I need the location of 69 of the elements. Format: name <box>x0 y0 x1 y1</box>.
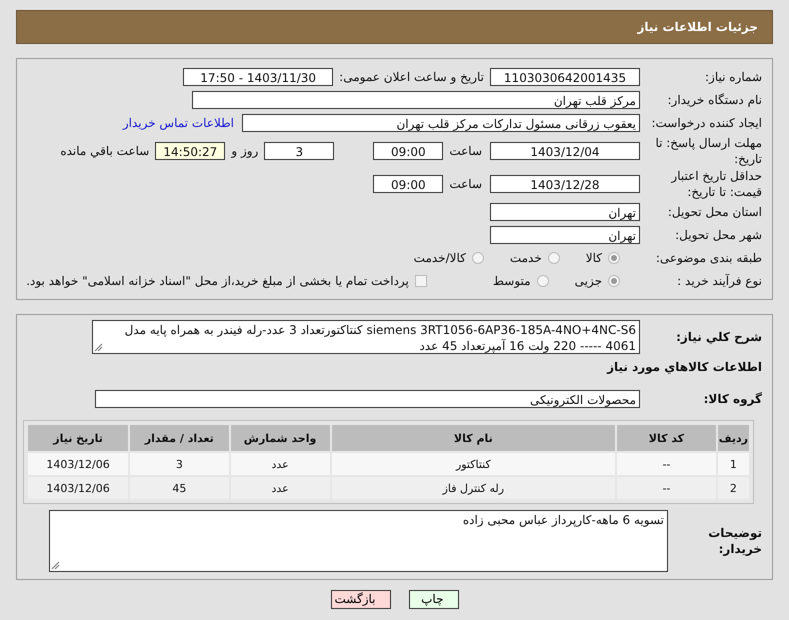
days-field: 3 <box>264 142 334 160</box>
resize-grip-icon[interactable] <box>51 561 60 570</box>
field-label: نام دستگاه خریدار: <box>666 92 763 108</box>
field-label: تاریخ و ساعت اعلان عمومی: <box>339 70 484 84</box>
announce-date-field: 1403/11/30 - 17:50 <box>183 68 334 86</box>
checkbox-label: پرداخت تمام یا بخشی از مبلغ خرید،از محل "اسناد خزانه اسلامی" خواهد بود. <box>26 274 409 288</box>
table-cell: کنتاکتور <box>332 453 616 475</box>
need-number-field: 1103030642001435 <box>490 68 640 86</box>
province-field: تهران <box>490 203 640 221</box>
field-label: ساعت <box>449 177 482 191</box>
field-label: شرح کلي نیاز: <box>675 329 763 345</box>
date-field: 1403/12/28 <box>490 175 640 193</box>
requester-field: یعقوب زرقانی مسئول تدارکات مرکز قلب تهران <box>242 114 640 132</box>
table-cell: 45 <box>130 477 229 499</box>
table-cell: -- <box>617 453 716 475</box>
column-header: ردیف <box>718 425 749 451</box>
buyer-org-field: مرکز قلب تهران <box>192 91 640 109</box>
radio-button[interactable] <box>608 275 620 287</box>
description-field: siemens 3RT1056-6AP36-185A-4NO+4NC-S6 کنتاکتورتعداد 3 عدد-رله فیندر به همراه پایه مدل 4061 ----- 220 ولت 16 آمپرتعداد 45 عدد <box>92 320 640 354</box>
column-header: تعداد / مقدار <box>130 425 229 451</box>
column-header: واحد شمارش <box>230 425 330 451</box>
radio-button[interactable] <box>536 275 549 287</box>
section-heading: اطلاعات کالاهاي مورد نیاز <box>606 360 763 374</box>
option-label: خدمت <box>510 251 542 265</box>
field-label: توضیحات خریدار: <box>707 525 763 557</box>
column-header: نام کالا <box>332 425 616 451</box>
table-cell: 3 <box>130 453 229 475</box>
field-label: نوع فرآیند خرید : <box>676 273 763 289</box>
city-field: تهران <box>490 226 640 244</box>
page-title: جزئیات اطلاعات نیاز <box>637 20 758 34</box>
field-label: طبقه بندی موضوعی: <box>654 250 763 266</box>
table-cell: رله کنترل فاز <box>332 477 616 499</box>
field-label: گروه کالا: <box>702 391 763 407</box>
option-label: جزیی <box>574 274 602 288</box>
table-cell: عدد <box>230 453 330 475</box>
remaining-time-field: 14:50:27 <box>155 142 226 160</box>
field-label: ساعت باقي مانده <box>60 144 150 158</box>
radio-button[interactable] <box>608 252 620 264</box>
field-label: روز و <box>231 144 258 158</box>
back-button[interactable]: بازگشت <box>330 590 390 609</box>
field-label: مهلت ارسال پاسخ: تا تاریخ: <box>654 135 763 167</box>
radio-button[interactable] <box>472 252 484 264</box>
date-field: 1403/12/04 <box>490 142 640 160</box>
table-cell: عدد <box>230 477 330 499</box>
table-cell: 2 <box>718 477 749 499</box>
table-cell: 1403/12/06 <box>28 477 128 499</box>
field-label: ایجاد کننده درخواست: <box>650 115 763 131</box>
option-label: کالا/خدمت <box>414 251 466 265</box>
table-cell: 1403/12/06 <box>28 453 128 475</box>
field-label: شماره نیاز: <box>704 69 763 85</box>
column-header: کد کالا <box>617 425 716 451</box>
time-field: 09:00 <box>373 142 444 160</box>
goods-group-field: محصولات الکترونیکی <box>95 390 640 408</box>
field-label: استان محل تحویل: <box>666 204 763 220</box>
table-cell: -- <box>617 477 716 499</box>
buyer-notes-field: تسویه 6 ماهه-کارپرداز عباس محبی زاده <box>49 510 668 572</box>
checkbox[interactable] <box>414 275 427 287</box>
resize-grip-icon[interactable] <box>94 343 103 352</box>
column-header: تاریخ نیاز <box>28 425 128 451</box>
time-field: 09:00 <box>373 175 444 193</box>
radio-button[interactable] <box>548 252 560 264</box>
contact-link[interactable]: اطلاعات تماس خریدار <box>122 116 234 130</box>
table-cell: 1 <box>718 453 749 475</box>
field-label: حداقل تاریخ اعتبار قیمت: تا تاریخ: <box>670 168 763 200</box>
print-button[interactable]: چاپ <box>408 590 458 609</box>
field-label: ساعت <box>449 144 482 158</box>
option-label: کالا <box>586 251 602 265</box>
field-label: شهر محل تحویل: <box>674 227 763 243</box>
option-label: متوسط <box>492 274 531 288</box>
